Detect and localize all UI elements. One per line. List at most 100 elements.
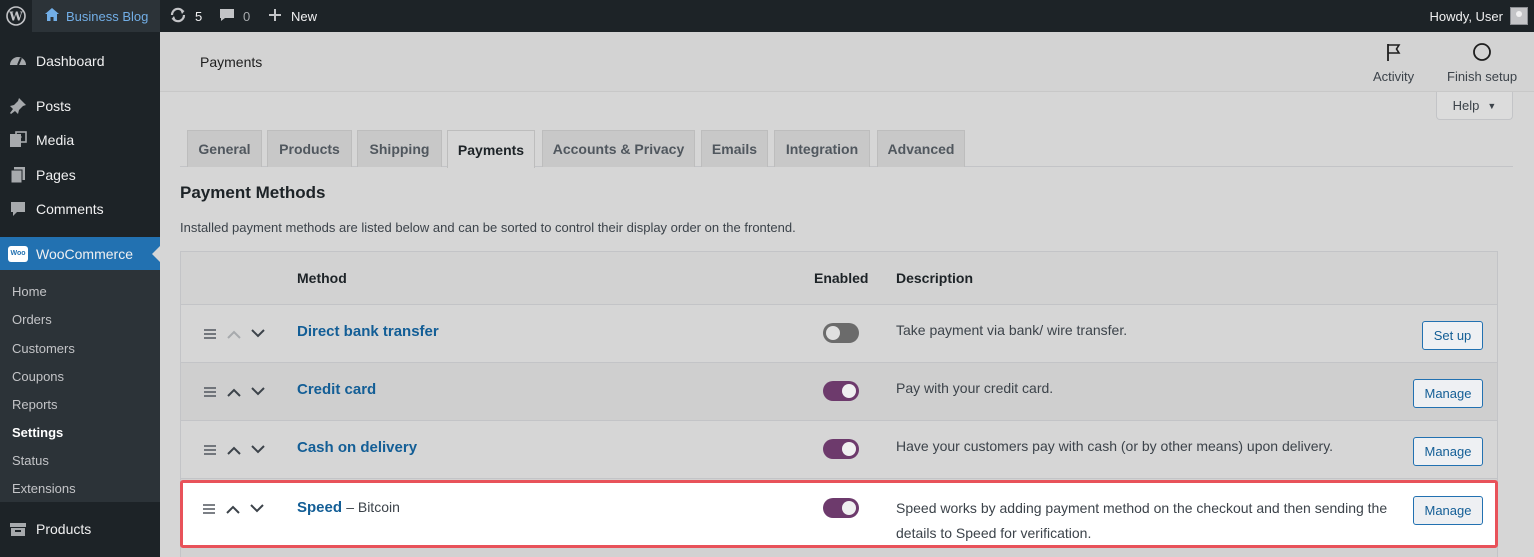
sidebar-item-label: WooCommerce (36, 246, 133, 262)
tab-payments[interactable]: Payments (447, 130, 535, 168)
finish-setup-button[interactable]: Finish setup (1447, 42, 1517, 84)
sidebar-item-label: Dashboard (36, 53, 105, 69)
table-row-highlighted: Speed – Bitcoin Speed works by adding pa… (180, 480, 1498, 548)
help-label: Help (1452, 98, 1480, 113)
manage-button[interactable]: Manage (1413, 437, 1483, 466)
new-label: New (291, 8, 318, 24)
help-button[interactable]: Help ▼ (1436, 92, 1513, 120)
submenu-item-orders[interactable]: Orders (12, 310, 52, 330)
wordpress-logo-icon[interactable]: W (6, 0, 26, 32)
new-content-link[interactable]: New (268, 0, 317, 32)
refresh-icon (169, 6, 187, 27)
home-icon (44, 7, 60, 26)
submenu-item-coupons[interactable]: Coupons (12, 367, 64, 387)
sidebar-item-dashboard[interactable]: Dashboard (0, 44, 160, 78)
method-name-link[interactable]: Speed – Bitcoin (297, 499, 400, 516)
manage-button[interactable]: Manage (1413, 379, 1483, 408)
submenu-item-status[interactable]: Status (12, 451, 49, 471)
table-row: Cash on delivery Have your customers pay… (181, 421, 1497, 479)
settings-tabs: General Products Shipping Payments Accou… (180, 130, 1513, 168)
sort-controls (201, 325, 267, 343)
admin-sidebar: Dashboard Posts Media Pages Comments Woo… (0, 32, 160, 557)
column-header-description: Description (896, 270, 974, 286)
site-name: Business Blog (66, 8, 149, 24)
sort-controls (201, 383, 267, 401)
sidebar-item-comments[interactable]: Comments (0, 192, 160, 226)
comment-bubble-icon (219, 7, 235, 26)
move-up-icon[interactable] (225, 441, 243, 459)
method-name-link[interactable]: Cash on delivery (297, 439, 417, 456)
drag-handle-icon[interactable] (201, 383, 219, 401)
my-account-link[interactable]: Howdy, User (1430, 0, 1528, 32)
sidebar-item-pages[interactable]: Pages (0, 158, 160, 192)
drag-handle-icon[interactable] (200, 500, 218, 518)
submenu-item-home[interactable]: Home (12, 282, 47, 302)
comments-count: 0 (243, 8, 251, 24)
method-description: Pay with your credit card. (896, 380, 1054, 396)
site-name-link[interactable]: Business Blog (32, 0, 160, 32)
submenu-item-extensions[interactable]: Extensions (12, 479, 76, 499)
tab-general[interactable]: General (187, 130, 262, 167)
method-description: Take payment via bank/ wire transfer. (896, 322, 1128, 338)
sort-controls (201, 441, 267, 459)
dashboard-icon (0, 52, 36, 70)
sidebar-item-products[interactable]: Products (0, 512, 160, 546)
move-up-icon[interactable] (225, 383, 243, 401)
method-description: Speed works by adding payment method on … (896, 500, 1388, 541)
updates-count: 5 (195, 8, 203, 24)
sidebar-item-label: Comments (36, 201, 104, 217)
move-up-icon[interactable] (224, 500, 242, 518)
submenu-item-settings[interactable]: Settings (12, 423, 63, 443)
method-description: Have your customers pay with cash (or by… (896, 438, 1334, 454)
set-up-button[interactable]: Set up (1422, 321, 1483, 350)
sidebar-item-media[interactable]: Media (0, 123, 160, 157)
manage-button[interactable]: Manage (1413, 496, 1483, 525)
comment-icon (0, 200, 36, 218)
table-row: Credit card Pay with your credit card. M… (181, 363, 1497, 421)
finish-setup-label: Finish setup (1447, 69, 1518, 84)
enabled-toggle[interactable] (823, 323, 859, 343)
sidebar-item-label: Posts (36, 98, 72, 114)
circle-icon (1472, 42, 1492, 69)
woocommerce-submenu: Home Orders Customers Coupons Reports Se… (0, 270, 160, 502)
drag-handle-icon[interactable] (201, 441, 219, 459)
table-header: Method Enabled Description (181, 252, 1497, 305)
pin-icon (0, 97, 36, 115)
move-down-icon[interactable] (249, 441, 267, 459)
move-down-icon[interactable] (249, 325, 267, 343)
move-down-icon[interactable] (249, 383, 267, 401)
drag-handle-icon[interactable] (201, 325, 219, 343)
sidebar-item-woocommerce[interactable]: Woo WooCommerce (0, 237, 160, 271)
tab-integration[interactable]: Integration (774, 130, 870, 167)
woocommerce-header: Payments Activity Finish setup (160, 32, 1534, 92)
enabled-toggle[interactable] (823, 439, 859, 459)
enabled-toggle[interactable] (823, 381, 859, 401)
sidebar-item-posts[interactable]: Posts (0, 89, 160, 123)
submenu-item-reports[interactable]: Reports (12, 395, 58, 415)
activity-label: Activity (1373, 69, 1415, 84)
tab-accounts-privacy[interactable]: Accounts & Privacy (542, 130, 695, 167)
media-icon (0, 131, 36, 149)
column-header-enabled: Enabled (814, 270, 869, 286)
page-title: Payments (200, 54, 263, 70)
updates-link[interactable]: 5 (169, 0, 202, 32)
tab-emails[interactable]: Emails (701, 130, 768, 167)
enabled-toggle[interactable] (823, 498, 859, 518)
method-name: Speed (297, 499, 343, 516)
flag-icon (1384, 42, 1404, 69)
sidebar-item-label: Media (36, 132, 75, 148)
section-description: Installed payment methods are listed bel… (180, 220, 796, 235)
comments-link[interactable]: 0 (219, 0, 250, 32)
activity-button[interactable]: Activity (1373, 42, 1414, 84)
table-row: Direct bank transfer Take payment via ba… (181, 305, 1497, 363)
tab-shipping[interactable]: Shipping (357, 130, 442, 167)
submenu-item-customers[interactable]: Customers (12, 339, 75, 359)
svg-text:W: W (8, 10, 23, 24)
tab-products[interactable]: Products (267, 130, 352, 167)
move-down-icon[interactable] (248, 500, 266, 518)
method-name-link[interactable]: Direct bank transfer (297, 323, 439, 340)
method-name-link[interactable]: Credit card (297, 381, 376, 398)
tab-advanced[interactable]: Advanced (877, 130, 965, 167)
method-suffix: – Bitcoin (346, 499, 400, 515)
column-header-method: Method (297, 270, 347, 286)
